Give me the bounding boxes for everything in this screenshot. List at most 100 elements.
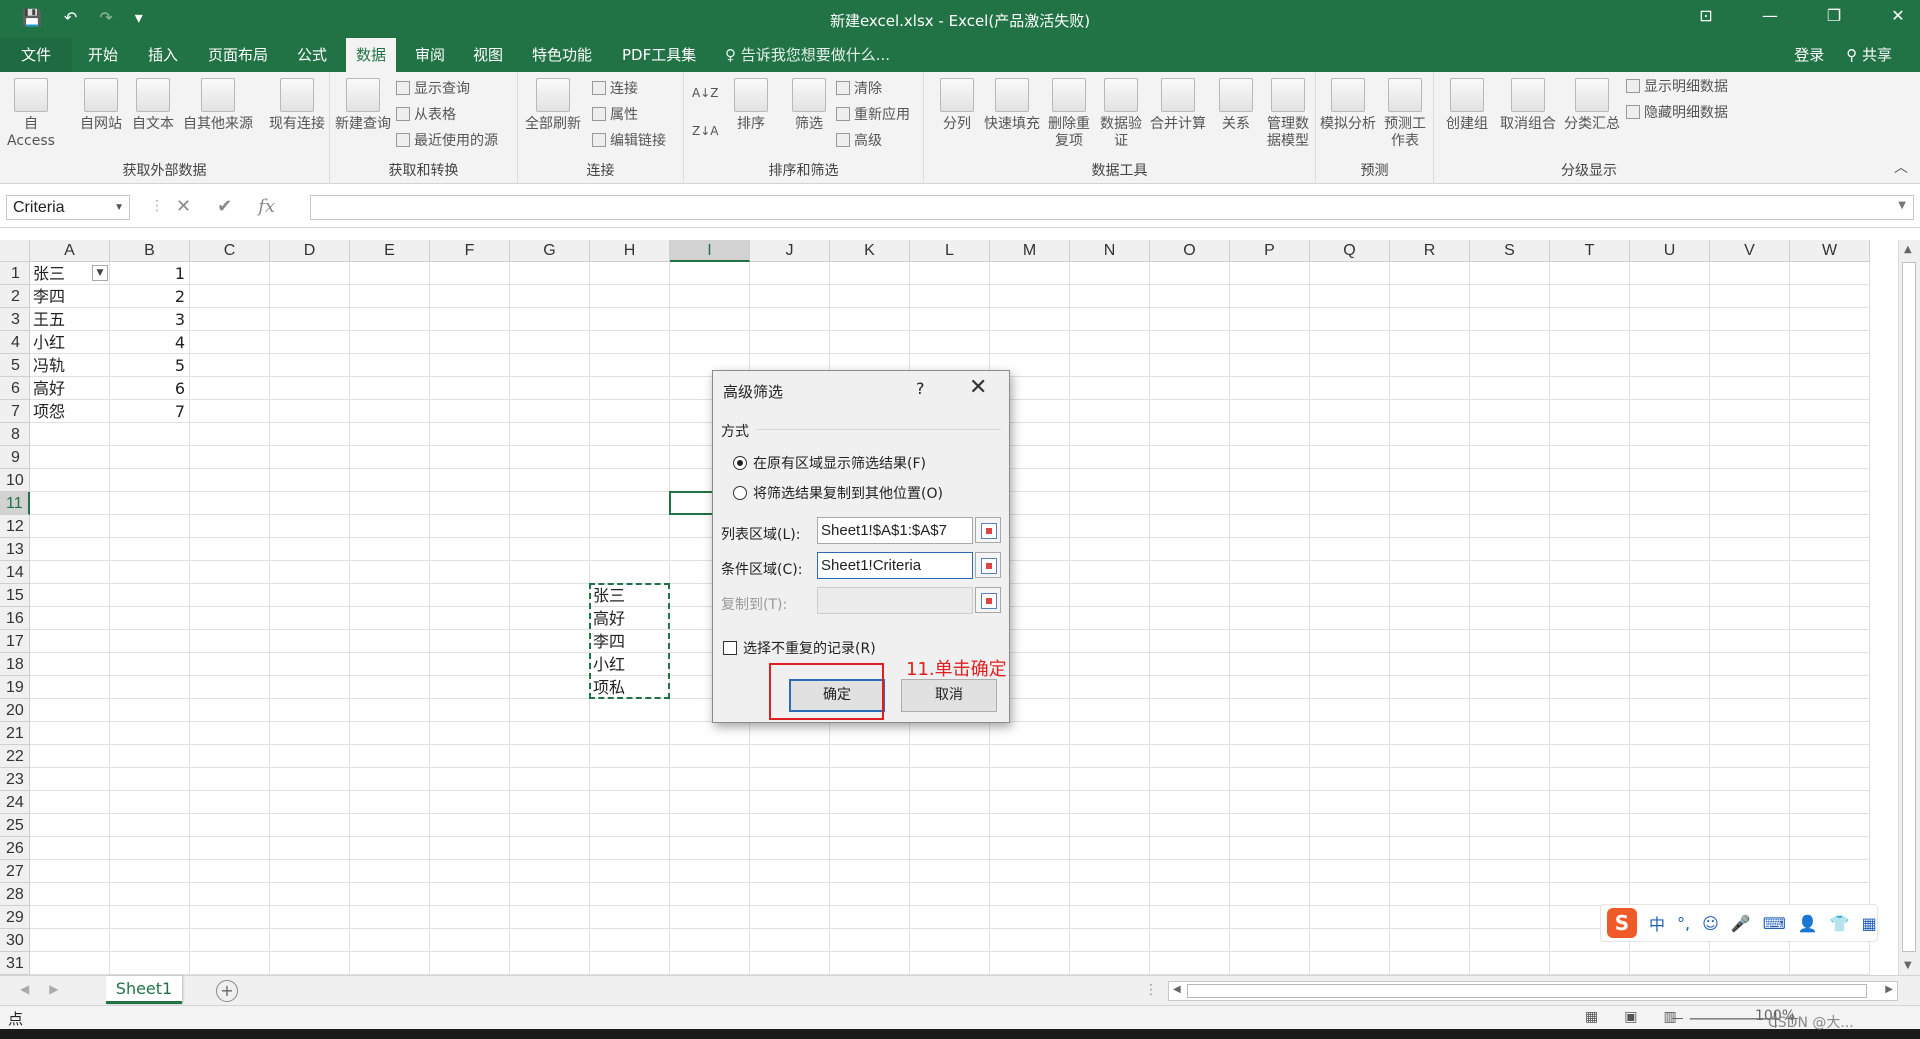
scroll-thumb[interactable] — [1902, 262, 1916, 952]
tab-insert[interactable]: 插入 — [138, 38, 188, 72]
row-header-8[interactable]: 8 — [0, 423, 30, 446]
row-header-9[interactable]: 9 — [0, 446, 30, 469]
row-header-13[interactable]: 13 — [0, 538, 30, 561]
column-header-u[interactable]: U — [1630, 240, 1710, 262]
refresh-all-button[interactable]: 全部刷新 — [524, 78, 582, 133]
tab-review[interactable]: 审阅 — [405, 38, 455, 72]
column-header-q[interactable]: Q — [1310, 240, 1390, 262]
confirm-entry-icon[interactable]: ✔ — [217, 196, 232, 217]
row-header-26[interactable]: 26 — [0, 837, 30, 860]
show-queries-button[interactable]: 显示查询 — [396, 78, 470, 100]
row-header-4[interactable]: 4 — [0, 331, 30, 354]
cell[interactable]: 7 — [113, 400, 185, 423]
unique-records-checkbox[interactable]: 选择不重复的记录(R) — [723, 638, 876, 658]
login-link[interactable]: 登录 — [1794, 38, 1824, 72]
normal-view-icon[interactable]: ▦ — [1585, 1009, 1598, 1025]
cancel-button[interactable]: 取消 — [901, 679, 997, 712]
ime-user-icon[interactable]: 👤 — [1798, 914, 1818, 933]
row-header-20[interactable]: 20 — [0, 699, 30, 722]
cancel-entry-icon[interactable]: ✕ — [176, 196, 191, 217]
cell[interactable]: 3 — [113, 308, 185, 331]
cell[interactable]: 小红 — [33, 331, 105, 354]
select-all-corner[interactable] — [0, 240, 30, 262]
cell[interactable]: 高好 — [33, 377, 105, 400]
cell[interactable]: 2 — [113, 285, 185, 308]
list-range-collapse-icon[interactable] — [975, 517, 1001, 543]
hide-detail-button[interactable]: 隐藏明细数据 — [1626, 102, 1728, 124]
from-table-button[interactable]: 从表格 — [396, 104, 456, 126]
filter-in-place-radio[interactable]: 在原有区域显示筛选结果(F) — [733, 453, 926, 473]
recent-sources-button[interactable]: 最近使用的源 — [396, 130, 498, 152]
column-header-e[interactable]: E — [350, 240, 430, 262]
sheet-tab-sheet1[interactable]: Sheet1 — [106, 976, 182, 1004]
cell[interactable]: 5 — [113, 354, 185, 377]
tab-file[interactable]: 文件 — [0, 38, 72, 72]
scroll-thumb[interactable] — [1187, 984, 1867, 998]
column-header-s[interactable]: S — [1470, 240, 1550, 262]
cell[interactable]: 王五 — [33, 308, 105, 331]
column-header-c[interactable]: C — [190, 240, 270, 262]
ime-keyboard-icon[interactable]: ⌨ — [1763, 914, 1786, 933]
tab-formulas[interactable]: 公式 — [287, 38, 337, 72]
row-header-23[interactable]: 23 — [0, 768, 30, 791]
ime-voice-icon[interactable]: 🎤 — [1731, 914, 1751, 933]
filter-button[interactable]: 筛选 — [780, 78, 838, 133]
cell[interactable]: 4 — [113, 331, 185, 354]
tab-special-features[interactable]: 特色功能 — [522, 38, 602, 72]
row-header-29[interactable]: 29 — [0, 906, 30, 929]
clear-filter-button[interactable]: 清除 — [836, 78, 882, 100]
consolidate-button[interactable]: 合并计算 — [1146, 78, 1210, 133]
row-header-15[interactable]: 15 — [0, 584, 30, 607]
ungroup-button[interactable]: 取消组合 — [1496, 78, 1560, 133]
row-header-28[interactable]: 28 — [0, 883, 30, 906]
connections-button[interactable]: 连接 — [592, 78, 638, 100]
list-range-input[interactable]: Sheet1!$A$1:$A$7 — [817, 517, 973, 544]
column-header-r[interactable]: R — [1390, 240, 1470, 262]
ribbon-display-icon[interactable]: ⊡ — [1694, 6, 1718, 25]
edit-links-button[interactable]: 编辑链接 — [592, 130, 666, 152]
row-header-10[interactable]: 10 — [0, 469, 30, 492]
minimize-icon[interactable]: — — [1758, 6, 1782, 25]
existing-connections-button[interactable]: 现有连接 — [268, 78, 326, 133]
close-icon[interactable]: ✕ — [969, 375, 987, 400]
copy-to-input[interactable] — [817, 587, 973, 614]
row-header-22[interactable]: 22 — [0, 745, 30, 768]
reapply-button[interactable]: 重新应用 — [836, 104, 910, 126]
prev-sheet-icon[interactable]: ◀ — [20, 982, 29, 996]
row-header-19[interactable]: 19 — [0, 676, 30, 699]
group-button[interactable]: 创建组 — [1438, 78, 1496, 133]
ime-skin-icon[interactable]: 👕 — [1830, 914, 1850, 933]
close-icon[interactable]: ✕ — [1886, 6, 1910, 25]
tab-split-grip-icon[interactable]: ⋮ — [1144, 982, 1158, 998]
cell[interactable]: 1 — [113, 262, 185, 285]
manage-data-model-button[interactable]: 管理数据模型 — [1262, 78, 1314, 150]
criteria-range-collapse-icon[interactable] — [975, 552, 1001, 578]
vertical-scrollbar[interactable]: ▲ ▼ — [1898, 240, 1920, 975]
column-header-i[interactable]: I — [670, 240, 750, 262]
row-header-30[interactable]: 30 — [0, 929, 30, 952]
from-web-button[interactable]: 自网站 — [72, 78, 130, 133]
subtotal-button[interactable]: 分类汇总 — [1560, 78, 1624, 133]
what-if-analysis-button[interactable]: 模拟分析 — [1318, 78, 1378, 133]
sort-za-icon[interactable]: Z↓A — [692, 120, 718, 142]
tab-view[interactable]: 视图 — [463, 38, 513, 72]
text-to-columns-button[interactable]: 分列 — [928, 78, 986, 133]
cell[interactable]: 冯轨 — [33, 354, 105, 377]
expand-formula-bar-icon[interactable]: ▼ — [1898, 200, 1906, 211]
scroll-up-icon[interactable]: ▲ — [1904, 244, 1912, 255]
tell-me-search[interactable]: ♀ 告诉我您想要做什么... — [725, 38, 890, 72]
column-header-b[interactable]: B — [110, 240, 190, 262]
cell[interactable]: 6 — [113, 377, 185, 400]
column-header-h[interactable]: H — [590, 240, 670, 262]
row-header-25[interactable]: 25 — [0, 814, 30, 837]
collapse-ribbon-icon[interactable]: ︿ — [1894, 157, 1908, 177]
column-header-p[interactable]: P — [1230, 240, 1310, 262]
sort-az-icon[interactable]: A↓Z — [692, 82, 718, 104]
ime-menu-icon[interactable]: ▦ — [1862, 914, 1877, 933]
row-header-1[interactable]: 1 — [0, 262, 30, 285]
flash-fill-button[interactable]: 快速填充 — [980, 78, 1044, 133]
row-header-31[interactable]: 31 — [0, 952, 30, 975]
scroll-left-icon[interactable]: ◀ — [1173, 984, 1181, 995]
maximize-icon[interactable]: ❐ — [1822, 6, 1846, 25]
row-header-17[interactable]: 17 — [0, 630, 30, 653]
